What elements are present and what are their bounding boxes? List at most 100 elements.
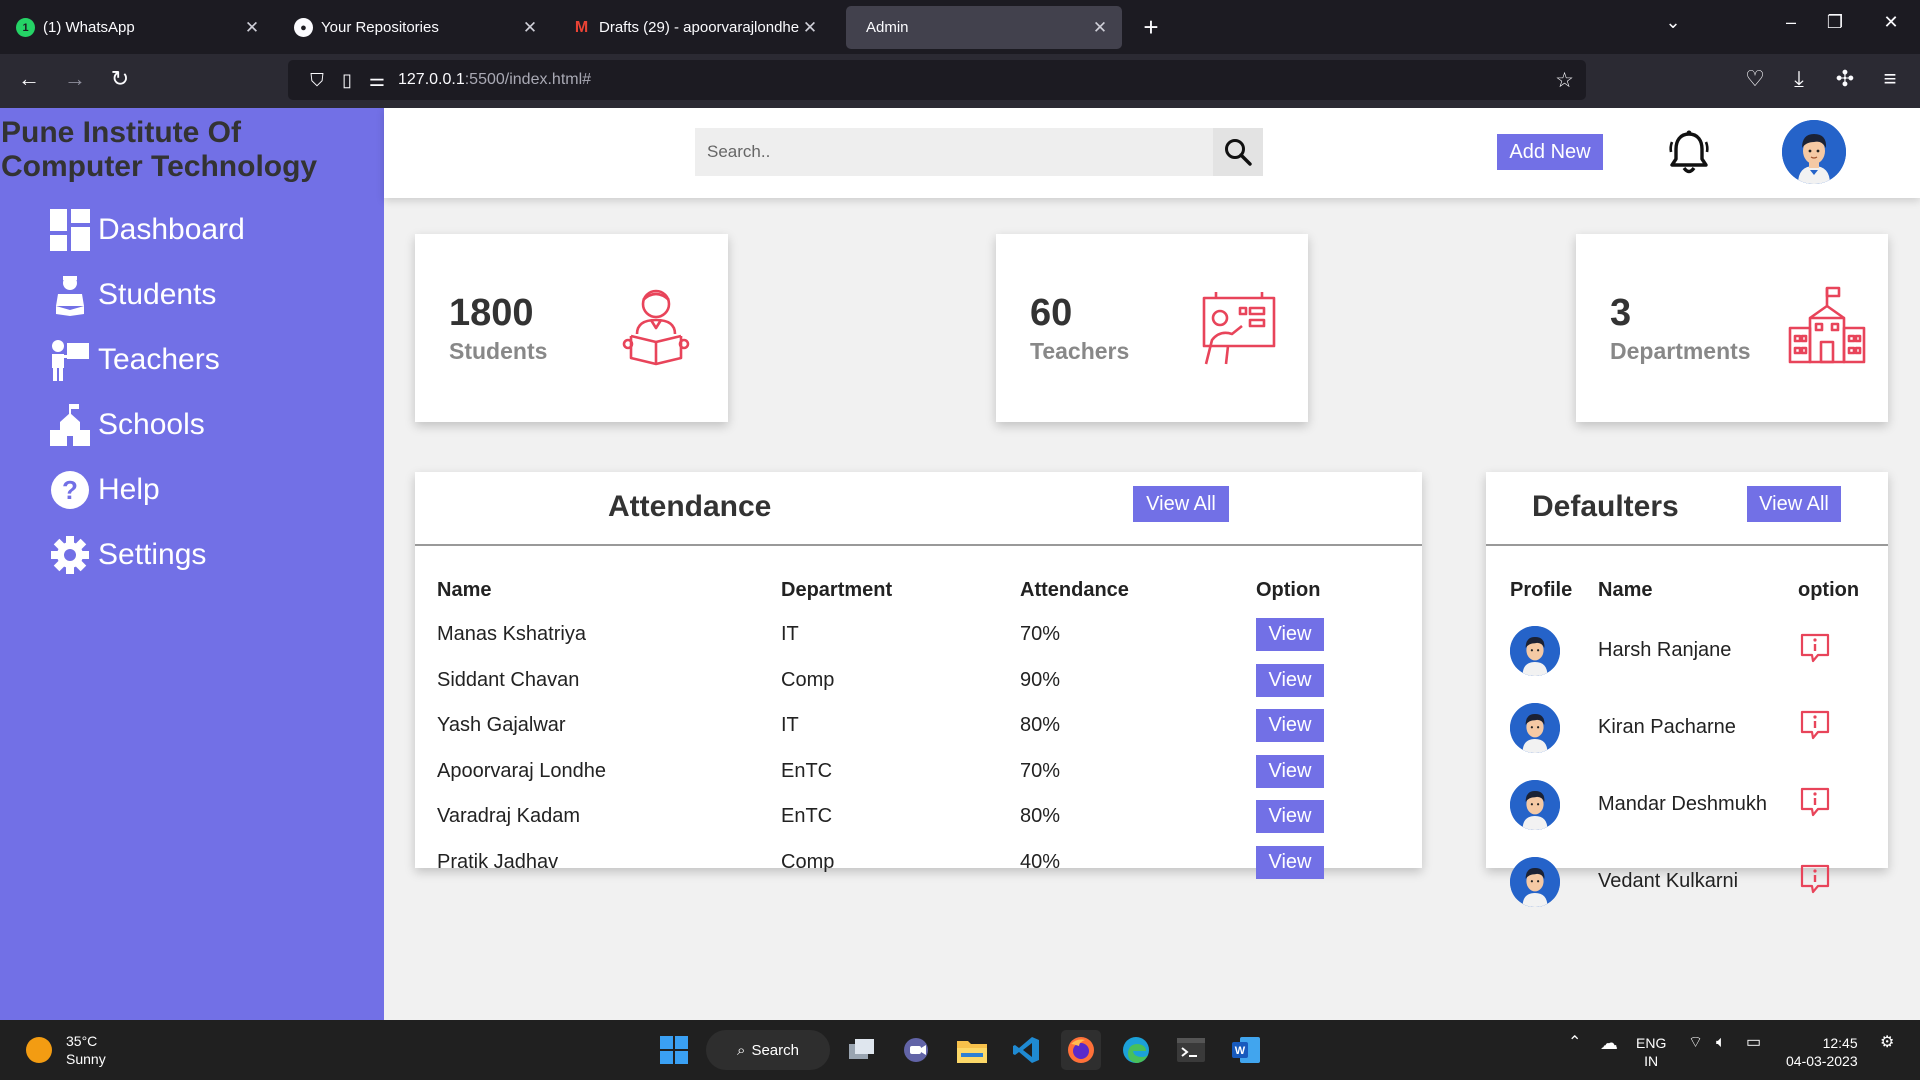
sidebar-item-students[interactable]: Students (50, 270, 216, 320)
sidebar-item-dashboard[interactable]: Dashboard (50, 205, 245, 255)
view-button[interactable]: View (1256, 800, 1324, 834)
taskbar-search-button[interactable]: ⌕ Search (706, 1030, 830, 1070)
column-header: option (1798, 578, 1860, 601)
sidebar-item-help[interactable]: ? Help (50, 465, 160, 515)
sidebar-item-label: Schools (98, 408, 205, 441)
stat-number: 3 (1610, 292, 1632, 334)
search-icon (1225, 139, 1252, 166)
extensions-icon[interactable]: ✣ (1830, 66, 1860, 92)
profile-cell (1510, 689, 1598, 766)
language-indicator[interactable]: ENG IN (1636, 1034, 1666, 1070)
windows-start-icon[interactable] (654, 1030, 694, 1070)
clock[interactable]: 12:45 04-03-2023 (1786, 1034, 1858, 1070)
department: EnTC (781, 805, 833, 828)
gear-icon (50, 534, 90, 576)
search-icon: ⌕ (737, 1041, 746, 1059)
info-icon[interactable] (1798, 631, 1832, 665)
tray-overflow-icon[interactable]: ⌃ (1568, 1034, 1581, 1052)
info-icon[interactable] (1798, 862, 1832, 896)
pocket-icon[interactable]: ♡ (1740, 66, 1770, 92)
terminal-icon[interactable] (1171, 1030, 1211, 1070)
option-cell: View (1256, 658, 1386, 704)
close-icon[interactable]: ✕ (242, 18, 262, 38)
column-header: Name (437, 578, 492, 601)
column-header: Name (1598, 578, 1653, 601)
sidebar-item-teachers[interactable]: Teachers (50, 335, 220, 385)
download-icon[interactable]: ⤓ (1784, 66, 1814, 92)
task-view-icon[interactable] (842, 1030, 882, 1070)
student-name: Apoorvaraj Londhe (437, 759, 607, 782)
notification-icon[interactable]: ⚙ (1880, 1034, 1894, 1052)
add-new-button[interactable]: Add New (1497, 134, 1603, 170)
new-tab-button[interactable]: + (1136, 12, 1166, 43)
view-button[interactable]: View (1256, 618, 1324, 652)
bookmark-star-icon[interactable]: ☆ (1555, 68, 1574, 93)
list-tabs-icon[interactable]: ⌄ (1658, 12, 1688, 33)
minimize-button[interactable]: – (1776, 12, 1806, 33)
page-icon[interactable]: ▯ (332, 70, 362, 91)
teams-chat-icon[interactable] (897, 1030, 937, 1070)
info-icon[interactable] (1798, 708, 1832, 742)
weather-widget[interactable]: 35°C Sunny (26, 1032, 106, 1068)
weather-condition: Sunny (66, 1051, 106, 1067)
attendance-percent: 80% (1020, 805, 1061, 828)
search-button[interactable] (1213, 128, 1263, 176)
tab-whatsapp[interactable]: 1 (1) WhatsApp ✕ (4, 6, 274, 49)
avatar (1510, 779, 1560, 830)
tab-drafts[interactable]: M Drafts (29) - apoorvarajlondhe1 ✕ (560, 6, 832, 49)
menu-icon[interactable]: ≡ (1875, 66, 1905, 92)
option-cell: View (1256, 840, 1386, 886)
close-icon[interactable]: ✕ (1090, 18, 1110, 38)
brand-title: Pune Institute Of Computer Technology (1, 116, 318, 183)
edge-icon[interactable] (1116, 1030, 1156, 1070)
search-input[interactable] (707, 142, 1147, 162)
defaulters-title: Defaulters (1532, 490, 1679, 523)
page-viewport: Pune Institute Of Computer Technology Da… (0, 108, 1920, 1020)
defaulters-view-all-button[interactable]: View All (1747, 486, 1841, 522)
shield-icon[interactable]: ⛉ (302, 70, 332, 91)
svg-text:?: ? (62, 475, 78, 505)
url-text[interactable]: 127.0.0.1:5500/index.html# (392, 71, 591, 89)
view-button[interactable]: View (1256, 845, 1324, 879)
attendance-view-all-button[interactable]: View All (1133, 486, 1229, 522)
forward-icon[interactable]: → (60, 66, 90, 92)
stat-card-teachers: 60 Teachers (996, 234, 1308, 422)
profile-avatar[interactable] (1782, 120, 1846, 184)
column-header: Attendance (1020, 578, 1129, 601)
os-taskbar: 35°C Sunny ⌕ Search W ⌃ ☁ ENG IN ⌔ 🔈︎ ▭ 12… (0, 1020, 1920, 1080)
whatsapp-icon: 1 (16, 18, 35, 37)
clock-date: 04-03-2023 (1786, 1053, 1858, 1069)
url-bar[interactable]: ⛉ ▯ ⚌ 127.0.0.1:5500/index.html# ☆ (288, 60, 1586, 100)
close-icon[interactable]: ✕ (800, 18, 820, 38)
onedrive-icon[interactable]: ☁ (1600, 1034, 1618, 1052)
battery-icon[interactable]: ▭ (1746, 1034, 1761, 1052)
defaulter-name: Kiran Pacharne (1598, 716, 1736, 738)
view-button[interactable]: View (1256, 663, 1324, 697)
back-icon[interactable]: ← (14, 66, 44, 92)
sidebar-item-schools[interactable]: Schools (50, 400, 205, 450)
reload-icon[interactable]: ↻ (105, 66, 135, 92)
view-button[interactable]: View (1256, 709, 1324, 743)
tab-repositories[interactable]: ● Your Repositories ✕ (282, 6, 552, 49)
table-row: Apoorvaraj Londhe EnTC 70% View (437, 749, 1386, 795)
vscode-icon[interactable] (1006, 1030, 1046, 1070)
close-icon[interactable]: ✕ (520, 18, 540, 38)
restore-button[interactable]: ❐ (1820, 12, 1850, 33)
close-window-button[interactable]: ✕ (1876, 12, 1906, 33)
stat-number: 60 (1030, 292, 1073, 334)
tab-admin[interactable]: Admin ✕ (846, 6, 1122, 49)
info-icon[interactable] (1798, 785, 1832, 819)
sidebar-item-settings[interactable]: Settings (50, 530, 206, 580)
department: IT (781, 714, 799, 737)
firefox-icon[interactable] (1061, 1030, 1101, 1070)
permissions-icon[interactable]: ⚌ (362, 70, 392, 91)
word-icon[interactable]: W (1226, 1030, 1266, 1070)
stat-card-students: 1800 Students (415, 234, 728, 422)
table-row: Manas Kshatriya IT 70% View (437, 612, 1386, 658)
sidebar-item-label: Students (98, 278, 217, 311)
notification-bell-icon[interactable] (1667, 130, 1711, 176)
volume-icon[interactable]: 🔈︎ (1716, 1034, 1726, 1052)
wifi-icon[interactable]: ⌔ (1688, 1034, 1703, 1052)
file-explorer-icon[interactable] (952, 1030, 992, 1070)
view-button[interactable]: View (1256, 754, 1324, 788)
